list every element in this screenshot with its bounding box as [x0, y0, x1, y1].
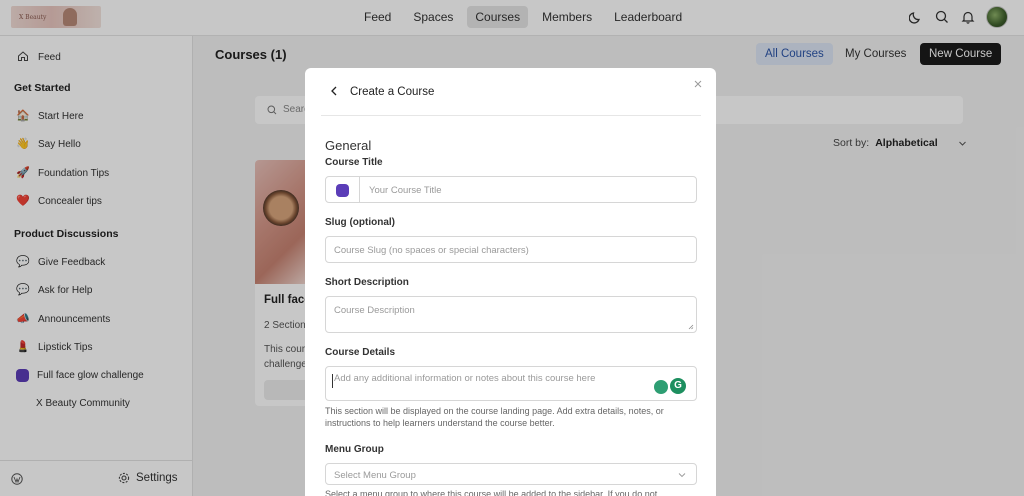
color-swatch-icon — [336, 184, 349, 197]
course-title-input[interactable]: Your Course Title — [325, 176, 697, 203]
slug-placeholder: Course Slug (no spaces or special charac… — [334, 245, 529, 256]
menu-group-help-text: Select a menu group to where this course… — [325, 489, 658, 496]
course-color-picker[interactable] — [326, 177, 360, 202]
course-details-help-text: This section will be displayed on the co… — [325, 406, 664, 428]
course-details-label: Course Details — [325, 347, 396, 358]
close-icon[interactable] — [693, 78, 705, 90]
grammarly-icon[interactable]: G — [670, 378, 686, 394]
back-arrow-icon[interactable] — [329, 85, 341, 99]
slug-label: Slug (optional) — [325, 217, 395, 228]
course-details-placeholder: Add any additional information or notes … — [334, 373, 596, 384]
modal-title: Create a Course — [350, 86, 435, 98]
chevron-down-icon — [678, 473, 686, 478]
menu-group-placeholder: Select Menu Group — [334, 470, 416, 481]
text-cursor — [332, 374, 333, 388]
short-description-textarea[interactable]: Course Description — [325, 296, 697, 333]
course-details-editor[interactable]: Add any additional information or notes … — [325, 366, 697, 401]
course-title-label: Course Title — [325, 157, 383, 168]
short-description-placeholder: Course Description — [334, 305, 415, 316]
menu-group-label: Menu Group — [325, 444, 384, 455]
short-description-label: Short Description — [325, 277, 409, 288]
menu-group-select[interactable]: Select Menu Group — [325, 463, 697, 485]
modal-header: Create a Course — [305, 68, 716, 116]
section-title-general: General — [325, 138, 372, 153]
modal-divider — [321, 115, 701, 116]
slug-input[interactable]: Course Slug (no spaces or special charac… — [325, 236, 697, 263]
course-title-placeholder: Your Course Title — [369, 185, 442, 196]
grammarly-suggestion-icon[interactable] — [654, 380, 668, 394]
resize-handle-icon[interactable] — [688, 324, 694, 330]
create-course-modal: Create a Course General Course Title You… — [305, 68, 716, 496]
